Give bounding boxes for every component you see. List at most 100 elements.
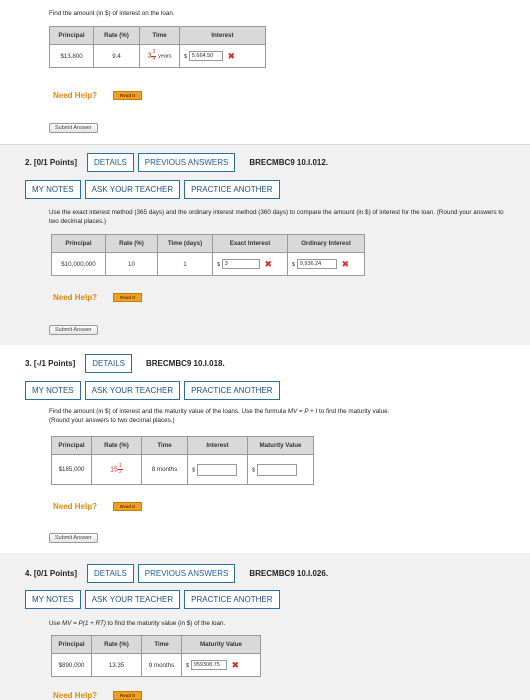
interest-input[interactable]: [196, 463, 237, 476]
col-time: Time: [139, 26, 180, 45]
time-value: 1: [157, 252, 213, 276]
question-1-table: Principal Rate (%) Time Interest $13,800…: [49, 26, 266, 68]
col-time: Time: [141, 635, 182, 654]
maturity-value-input[interactable]: 959308.75: [190, 660, 227, 670]
col-maturity-value: Maturity Value: [181, 635, 261, 654]
question-2-actions: MY NOTES ASK YOUR TEACHER PRACTICE ANOTH…: [25, 180, 280, 199]
question-3-header: 3. [-/1 Points] DETAILS BRECMBC9 10.I.01…: [25, 354, 225, 373]
question-4-header: 4. [0/1 Points] DETAILS PREVIOUS ANSWERS…: [25, 564, 328, 583]
col-time: Time: [141, 436, 188, 455]
exact-interest-input[interactable]: 3: [221, 259, 260, 269]
dollar-sign: $: [292, 261, 296, 268]
dollar-sign: $: [186, 662, 190, 669]
question-4-section: 4. [0/1 Points] DETAILS PREVIOUS ANSWERS…: [0, 553, 530, 700]
ask-teacher-button[interactable]: ASK YOUR TEACHER: [84, 180, 181, 199]
principal-value: $10,000,000: [51, 252, 106, 276]
my-notes-button[interactable]: MY NOTES: [25, 180, 81, 199]
col-time-days: Time (days): [157, 234, 213, 253]
need-help-row: Need Help? Read It: [53, 91, 143, 100]
need-help-label: Need Help?: [53, 502, 98, 511]
dollar-sign: $: [184, 53, 188, 60]
question-code: BRECMBC9 10.I.018.: [146, 359, 225, 368]
time-value: 8 months: [141, 454, 188, 485]
question-4-table: Principal Rate (%) Time Maturity Value $…: [51, 635, 261, 677]
previous-answers-button[interactable]: PREVIOUS ANSWERS: [137, 564, 236, 583]
practice-another-button[interactable]: PRACTICE ANOTHER: [184, 180, 280, 199]
principal-value: $890,000: [51, 653, 92, 677]
incorrect-icon: ✖: [341, 258, 350, 269]
ordinary-interest-cell: $ 9,936.24 ✖: [287, 252, 365, 276]
question-2-table: Principal Rate (%) Time (days) Exact Int…: [51, 234, 365, 276]
interest-input[interactable]: 5,664.50: [188, 51, 223, 61]
incorrect-icon: ✖: [231, 659, 240, 670]
interest-cell: $: [187, 454, 248, 485]
col-ordinary-interest: Ordinary Interest: [287, 234, 365, 253]
read-it-button[interactable]: Read It: [113, 502, 143, 511]
need-help-row: Need Help? Read It: [53, 293, 143, 302]
practice-another-button[interactable]: PRACTICE ANOTHER: [184, 381, 280, 400]
rate-value: 15 1 2: [91, 454, 142, 485]
submit-answer-button[interactable]: Submit Answer: [49, 325, 98, 335]
ask-teacher-button[interactable]: ASK YOUR TEACHER: [84, 590, 181, 609]
incorrect-icon: ✖: [227, 50, 236, 61]
need-help-row: Need Help? Read It: [53, 691, 143, 700]
question-4-prompt: Use MV = P(1 + RT) to find the maturity …: [49, 620, 226, 627]
details-button[interactable]: DETAILS: [87, 564, 134, 583]
table-row: $13,800 9.4 334 years $ 5,664.50 ✖: [49, 44, 266, 68]
incorrect-icon: ✖: [264, 258, 273, 269]
details-button[interactable]: DETAILS: [87, 153, 134, 172]
col-rate: Rate (%): [93, 26, 140, 45]
details-button[interactable]: DETAILS: [85, 354, 132, 373]
read-it-button[interactable]: Read It: [113, 691, 143, 700]
question-1-section: Find the amount (in $) of interest on th…: [0, 0, 530, 150]
my-notes-button[interactable]: MY NOTES: [25, 381, 81, 400]
rate-value: 10: [105, 252, 158, 276]
time-fraction: 34: [151, 49, 157, 62]
maturity-value-input[interactable]: [256, 463, 297, 476]
my-notes-button[interactable]: MY NOTES: [25, 590, 81, 609]
col-interest: Interest: [187, 436, 248, 455]
question-3-table: Principal Rate (%) Time Interest Maturit…: [51, 436, 314, 485]
col-rate: Rate (%): [91, 436, 142, 455]
question-4-actions: MY NOTES ASK YOUR TEACHER PRACTICE ANOTH…: [25, 590, 280, 609]
rate-fraction: 12: [117, 462, 123, 475]
submit-answer-button[interactable]: Submit Answer: [49, 123, 98, 133]
col-principal: Principal: [49, 26, 94, 45]
col-rate: Rate (%): [105, 234, 158, 253]
dollar-sign: $: [252, 467, 256, 474]
dollar-sign: $: [217, 261, 221, 268]
table-row: $10,000,000 10 1 $ 3 ✖ $ 9,936.24 ✖: [51, 252, 365, 276]
dollar-sign: $: [192, 467, 196, 474]
rate-value: 9.4: [93, 44, 140, 68]
submit-answer-button[interactable]: Submit Answer: [49, 533, 98, 543]
question-1-prompt: Find the amount (in $) of interest on th…: [49, 10, 175, 17]
rate-whole: 15: [110, 466, 118, 473]
ask-teacher-button[interactable]: ASK YOUR TEACHER: [84, 381, 181, 400]
col-principal: Principal: [51, 436, 92, 455]
exact-interest-cell: $ 3 ✖: [212, 252, 288, 276]
time-unit: years: [158, 53, 172, 60]
question-3-actions: MY NOTES ASK YOUR TEACHER PRACTICE ANOTH…: [25, 381, 280, 400]
time-value: 9 months: [141, 653, 182, 677]
question-number: 4. [0/1 Points]: [25, 569, 78, 578]
practice-another-button[interactable]: PRACTICE ANOTHER: [184, 590, 280, 609]
ordinary-interest-input[interactable]: 9,936.24: [296, 259, 337, 269]
read-it-button[interactable]: Read It: [113, 293, 143, 302]
col-principal: Principal: [51, 635, 92, 654]
question-code: BRECMBC9 10.I.012.: [249, 158, 329, 167]
question-2-prompt: Use the exact interest method (365 days)…: [49, 209, 504, 225]
col-maturity-value: Maturity Value: [247, 436, 314, 455]
question-number: 3. [-/1 Points]: [25, 359, 76, 368]
time-value: 334 years: [139, 44, 180, 68]
previous-answers-button[interactable]: PREVIOUS ANSWERS: [137, 153, 236, 172]
need-help-row: Need Help? Read It: [53, 502, 143, 511]
interest-cell: $ 5,664.50 ✖: [179, 44, 266, 68]
need-help-label: Need Help?: [53, 91, 98, 100]
rate-value: 13.35: [91, 653, 142, 677]
read-it-button[interactable]: Read It: [113, 91, 143, 100]
question-code: BRECMBC9 10.I.026.: [249, 569, 329, 578]
question-number: 2. [0/1 Points]: [25, 158, 78, 167]
table-row: $185,000 15 1 2 8 months $ $: [51, 454, 314, 485]
maturity-value-cell: $ 959308.75 ✖: [181, 653, 261, 677]
need-help-label: Need Help?: [53, 691, 98, 700]
